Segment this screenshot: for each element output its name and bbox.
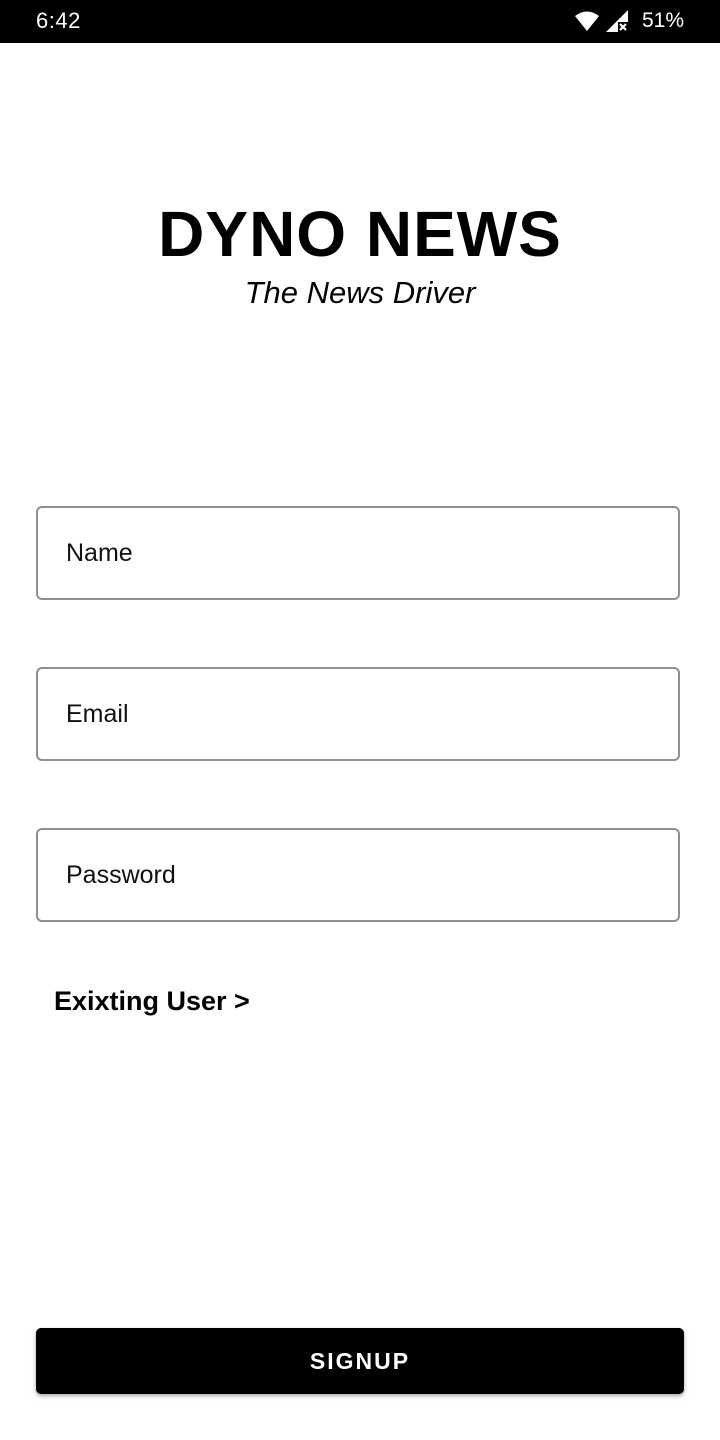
- app-tagline: The News Driver: [244, 275, 476, 310]
- status-icons: 51%: [574, 8, 684, 34]
- email-input[interactable]: [38, 669, 678, 759]
- signup-button[interactable]: SIGNUP: [36, 1328, 684, 1394]
- name-input[interactable]: [38, 508, 678, 598]
- signup-screen: 6:42 51% DYNO NEWS The News Driver Exixt…: [0, 0, 720, 1440]
- signal-icon: [605, 10, 628, 32]
- app-title: DYNO NEWS: [158, 198, 562, 270]
- name-field[interactable]: [36, 506, 680, 600]
- password-field[interactable]: [36, 828, 680, 922]
- battery-level: 51%: [641, 9, 684, 32]
- brand-header: DYNO NEWS The News Driver: [0, 196, 720, 312]
- status-bar: 6:42 51%: [0, 0, 720, 43]
- email-field[interactable]: [36, 667, 680, 761]
- password-input[interactable]: [38, 830, 678, 920]
- existing-user-link[interactable]: Exixting User >: [54, 982, 250, 1020]
- wifi-icon: [574, 11, 599, 31]
- status-time: 6:42: [36, 8, 81, 33]
